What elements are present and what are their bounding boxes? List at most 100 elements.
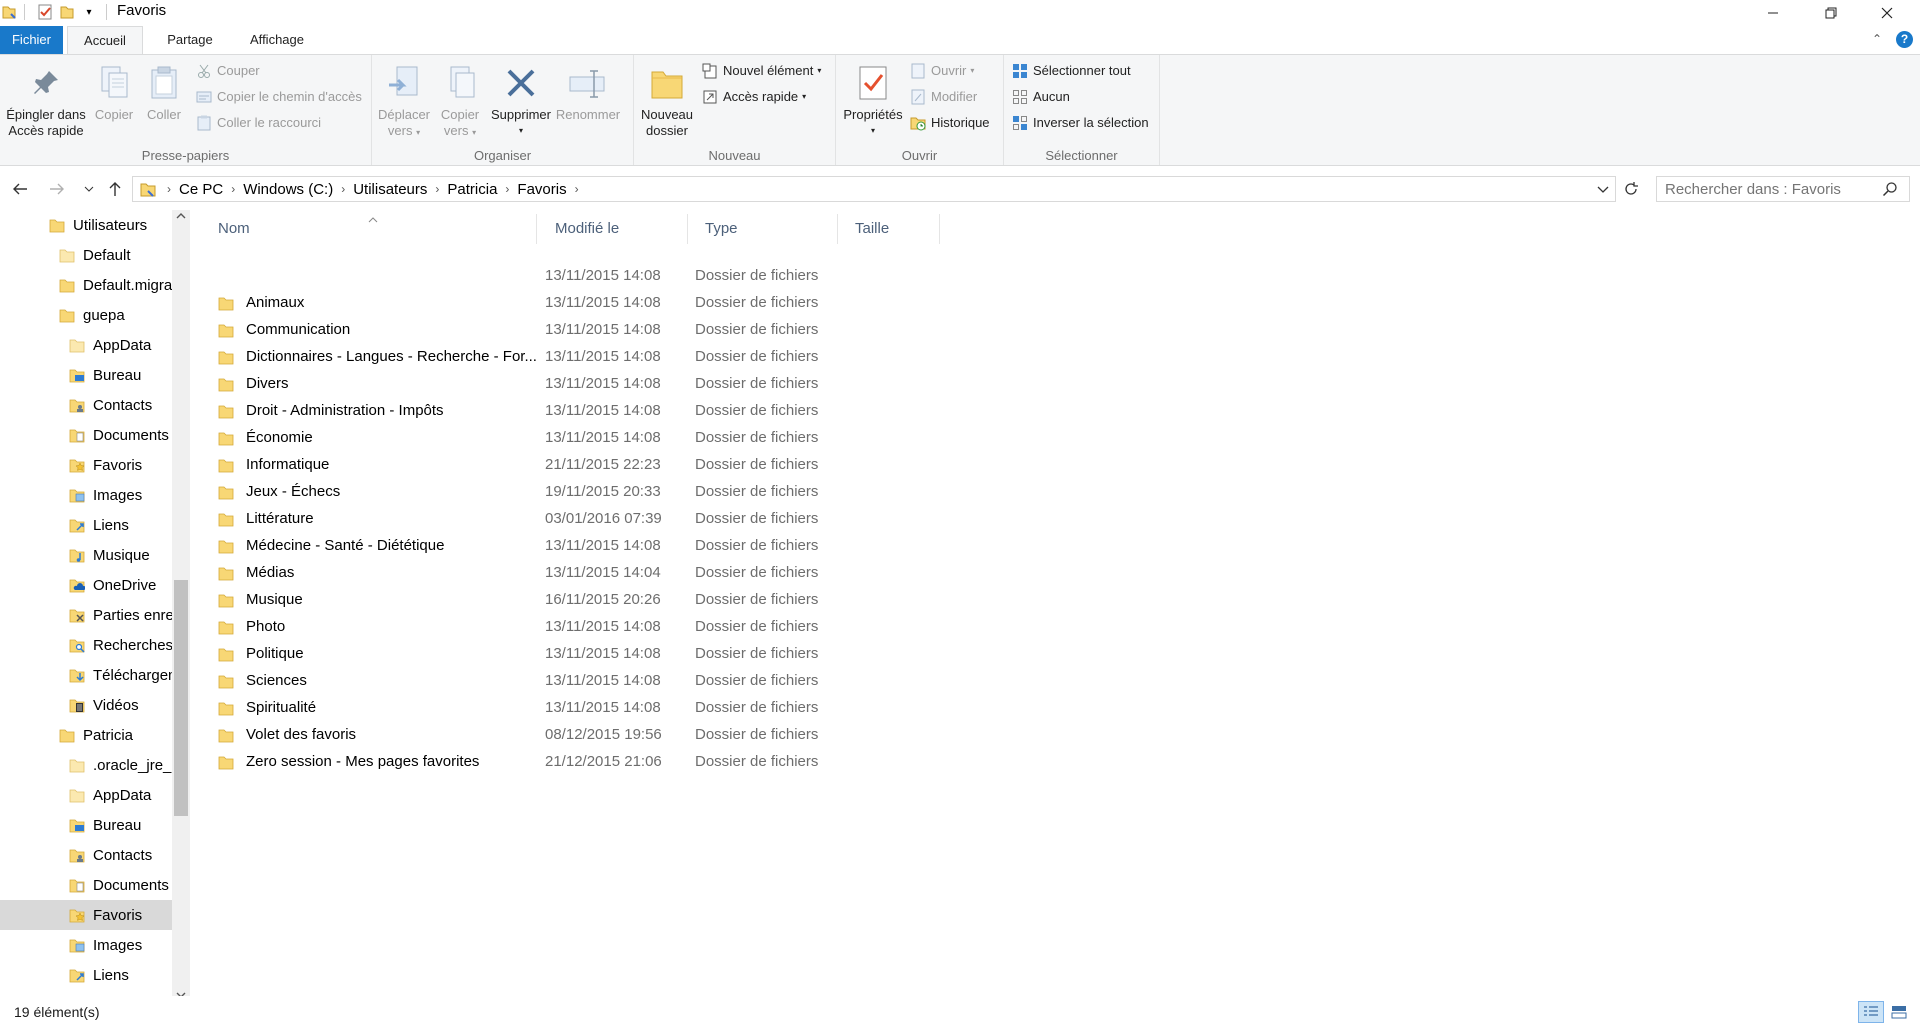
search-input[interactable] xyxy=(1656,176,1910,202)
file-row[interactable]: Économie 13/11/2015 14:08 Dossier de fichi… xyxy=(200,424,1910,451)
copy-button[interactable]: Copier xyxy=(90,59,138,123)
paste-button[interactable]: Coller xyxy=(140,59,188,123)
explorer-folder-icon[interactable] xyxy=(0,2,18,22)
file-row[interactable]: Spiritualité 13/11/2015 14:08 Dossier de f… xyxy=(200,694,1910,721)
file-row[interactable]: 13/11/2015 14:08 Dossier de fichiers xyxy=(200,262,1910,289)
nav-item-recherches[interactable]: Recherches xyxy=(0,630,172,660)
file-row[interactable]: Photo 13/11/2015 14:08 Dossier de fichiers xyxy=(200,613,1910,640)
address-history-dropdown[interactable] xyxy=(1597,182,1609,199)
properties-button[interactable]: Propriétés ▾ xyxy=(840,59,906,139)
copy-to-button[interactable]: Copier vers ▾ xyxy=(432,59,488,141)
file-row[interactable]: Musique 16/11/2015 20:26 Dossier de fichie… xyxy=(200,586,1910,613)
column-header-taille[interactable]: Taille xyxy=(837,210,939,248)
invert-selection-button[interactable]: Inverser la sélection xyxy=(1010,113,1149,133)
details-view-button[interactable] xyxy=(1858,1001,1884,1023)
nav-item-bureau[interactable]: Bureau xyxy=(0,360,172,390)
nav-item-vidéos[interactable]: Vidéos xyxy=(0,690,172,720)
customize-quick-access-icon[interactable]: ▾ xyxy=(80,2,98,22)
file-row[interactable]: Médias 13/11/2015 14:04 Dossier de fichier… xyxy=(200,559,1910,586)
search-icon[interactable] xyxy=(1882,181,1898,201)
new-folder-quick-icon[interactable] xyxy=(58,2,76,22)
file-row[interactable]: Animaux 13/11/2015 14:08 Dossier de fichie… xyxy=(200,289,1910,316)
new-folder-button[interactable]: Nouveau dossier xyxy=(638,59,696,139)
chevron-right-icon[interactable]: › xyxy=(431,182,443,196)
select-none-button[interactable]: Aucun xyxy=(1010,87,1070,107)
file-row[interactable]: Communication 13/11/2015 14:08 Dossier de … xyxy=(200,316,1910,343)
chevron-right-icon[interactable]: › xyxy=(337,182,349,196)
properties-quick-icon[interactable] xyxy=(36,2,54,22)
nav-item-téléchargements[interactable]: Téléchargements xyxy=(0,660,172,690)
nav-item-utilisateurs[interactable]: Utilisateurs xyxy=(0,210,172,240)
column-header-type[interactable]: Type xyxy=(687,210,837,248)
nav-item-contacts[interactable]: Contacts xyxy=(0,840,172,870)
edit-button[interactable]: Modifier xyxy=(908,87,977,107)
refresh-button[interactable] xyxy=(1620,178,1642,200)
nav-item-bureau[interactable]: Bureau xyxy=(0,810,172,840)
open-button[interactable]: Ouvrir ▾ xyxy=(908,61,974,81)
nav-item-onedrive[interactable]: OneDrive xyxy=(0,570,172,600)
restore-button[interactable] xyxy=(1808,0,1854,26)
breadcrumb-windows-c[interactable]: Windows (C:) xyxy=(239,181,337,198)
file-row[interactable]: Dictionnaires - Langues - Recherche - Fo… xyxy=(200,343,1910,370)
nav-item-patricia[interactable]: Patricia xyxy=(0,720,172,750)
file-row[interactable]: Politique 13/11/2015 14:08 Dossier de fich… xyxy=(200,640,1910,667)
delete-button[interactable]: Supprimer ▾ xyxy=(490,59,552,139)
forward-button[interactable] xyxy=(46,178,68,200)
close-button[interactable] xyxy=(1864,0,1910,26)
move-to-button[interactable]: Déplacer vers ▾ xyxy=(376,59,432,141)
nav-item-appdata[interactable]: AppData xyxy=(0,330,172,360)
nav-item-guepa[interactable]: guepa xyxy=(0,300,172,330)
history-button[interactable]: Historique xyxy=(908,113,990,133)
nav-item--oracle-jre-usage[interactable]: .oracle_jre_usage xyxy=(0,750,172,780)
new-item-button[interactable]: Nouvel élément ▾ xyxy=(700,61,821,81)
minimize-button[interactable] xyxy=(1750,0,1796,26)
tab-accueil[interactable]: Accueil xyxy=(67,26,143,55)
cut-button[interactable]: Couper xyxy=(194,61,260,81)
nav-item-documents[interactable]: Documents xyxy=(0,420,172,450)
file-row[interactable]: Zero session - Mes pages favorites 21/12/… xyxy=(200,748,1910,775)
column-header-modifie-le[interactable]: Modifié le xyxy=(537,210,687,248)
nav-item-favoris[interactable]: Favoris xyxy=(0,450,172,480)
file-row[interactable]: Volet des favoris 08/12/2015 19:56 Dossier… xyxy=(200,721,1910,748)
breadcrumb-ce-pc[interactable]: Ce PC xyxy=(175,181,227,198)
nav-item-appdata[interactable]: AppData xyxy=(0,780,172,810)
pin-quick-access-button[interactable]: Épingler dans Accès rapide xyxy=(2,59,90,139)
scroll-up-icon[interactable] xyxy=(176,212,186,223)
chevron-right-icon[interactable]: › xyxy=(227,182,239,196)
back-button[interactable] xyxy=(9,178,31,200)
chevron-right-icon[interactable]: › xyxy=(163,182,175,196)
large-icons-view-button[interactable] xyxy=(1886,1001,1912,1023)
nav-item-liens[interactable]: Liens xyxy=(0,510,172,540)
copy-path-button[interactable]: Copier le chemin d'accès xyxy=(194,87,362,107)
nav-item-contacts[interactable]: Contacts xyxy=(0,390,172,420)
scrollbar-thumb[interactable] xyxy=(174,580,188,816)
paste-shortcut-button[interactable]: Coller le raccourci xyxy=(194,113,321,133)
help-icon[interactable]: ? xyxy=(1896,31,1913,48)
file-row[interactable]: Médecine - Santé - Diététique 13/11/2015 … xyxy=(200,532,1910,559)
tab-fichier[interactable]: Fichier xyxy=(0,26,63,54)
file-row[interactable]: Informatique 21/11/2015 22:23 Dossier de f… xyxy=(200,451,1910,478)
rename-button[interactable]: Renommer xyxy=(554,59,622,123)
tab-partage[interactable]: Partage xyxy=(150,26,230,54)
nav-item-parties-enregistrées[interactable]: Parties enregistrées xyxy=(0,600,172,630)
file-row[interactable]: Jeux - Échecs 19/11/2015 20:33 Dossier de … xyxy=(200,478,1910,505)
up-button[interactable] xyxy=(104,178,126,200)
tab-affichage[interactable]: Affichage xyxy=(232,26,322,54)
nav-item-favoris[interactable]: Favoris xyxy=(0,900,172,930)
column-header-nom[interactable]: Nom xyxy=(200,210,535,248)
nav-item-default-migrated[interactable]: Default.migrated xyxy=(0,270,172,300)
easy-access-button[interactable]: Accès rapide ▾ xyxy=(700,87,806,107)
nav-item-default[interactable]: Default xyxy=(0,240,172,270)
file-row[interactable]: Droit - Administration - Impôts 13/11/201… xyxy=(200,397,1910,424)
address-bar[interactable]: › Ce PC › Windows (C:) › Utilisateurs › … xyxy=(132,176,1616,202)
collapse-ribbon-icon[interactable]: ⌃ xyxy=(1872,32,1882,46)
nav-item-liens[interactable]: Liens xyxy=(0,960,172,990)
column-separator[interactable] xyxy=(939,214,940,244)
chevron-right-icon[interactable]: › xyxy=(571,182,583,196)
file-row[interactable]: Littérature 03/01/2016 07:39 Dossier de fi… xyxy=(200,505,1910,532)
breadcrumb-favoris[interactable]: Favoris xyxy=(513,181,570,198)
nav-item-documents[interactable]: Documents xyxy=(0,870,172,900)
navigation-pane-scrollbar[interactable] xyxy=(172,210,190,998)
nav-item-images[interactable]: Images xyxy=(0,480,172,510)
nav-item-images[interactable]: Images xyxy=(0,930,172,960)
